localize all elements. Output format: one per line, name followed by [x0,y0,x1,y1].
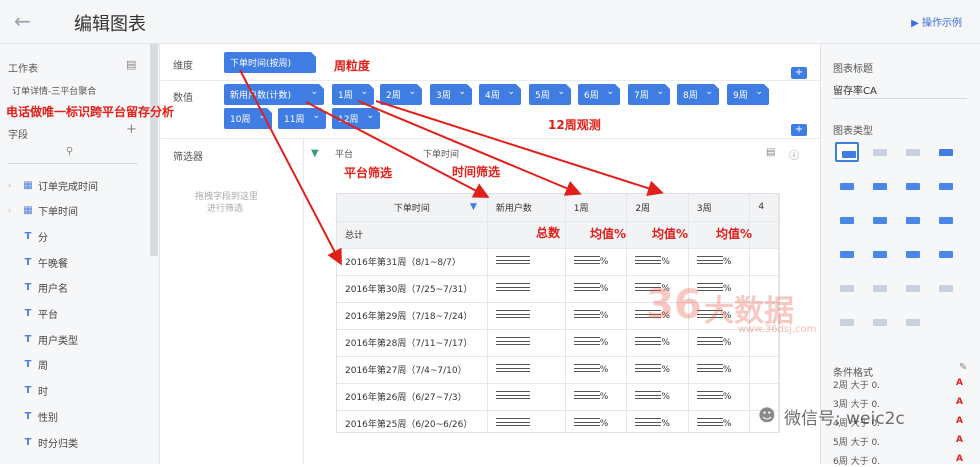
annotation: 电话做唯一标识跨平台留存分析 [6,105,175,119]
watermark: 36 大数据 www.36dsj.com [640,270,880,360]
wechat-icon: ☻ [758,406,776,426]
annotation: 总数 [536,226,561,240]
annotation-arrows [239,69,664,266]
annotation: 时间筛选 [452,165,501,179]
annotation: 均值% [716,227,753,241]
arrow [239,69,342,266]
wechat-watermark: 微信号: weic2c [784,409,905,429]
watermark-url: www.36dsj.com [738,324,817,335]
annotation: 平台筛选 [344,166,393,180]
watermark-logo: 36 [646,282,702,328]
annotation: 周粒度 [334,59,371,73]
arrow [375,100,664,196]
annotation: 均值% [652,227,689,241]
annotation: 12周观测 [548,118,601,132]
annotation: 均值% [590,227,627,241]
